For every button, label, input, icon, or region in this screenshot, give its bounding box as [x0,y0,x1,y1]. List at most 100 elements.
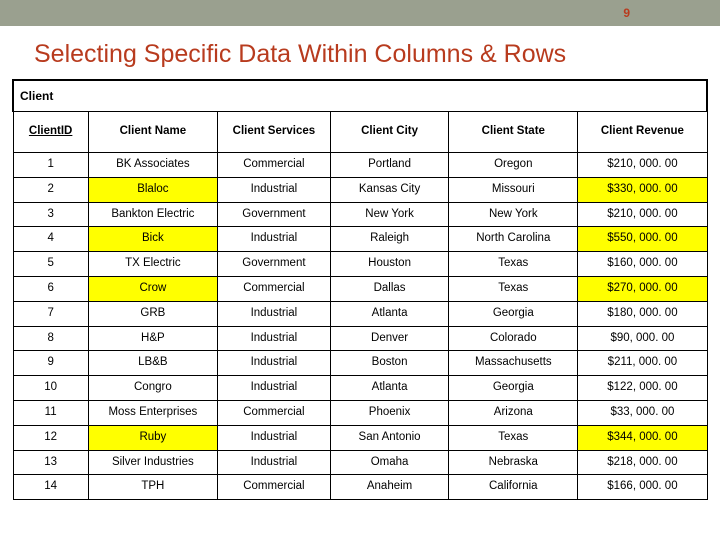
cell-services: Government [217,252,330,277]
cell-state: Missouri [449,177,578,202]
cell-services: Industrial [217,450,330,475]
cell-name: Crow [88,276,217,301]
cell-city: New York [330,202,448,227]
cell-services: Commercial [217,153,330,178]
cell-services: Industrial [217,351,330,376]
client-table-wrapper: Client ClientID Client Name Client Servi… [12,79,708,500]
cell-state: Georgia [449,376,578,401]
cell-id: 8 [13,326,88,351]
cell-id: 10 [13,376,88,401]
cell-state: Colorado [449,326,578,351]
cell-services: Commercial [217,276,330,301]
col-header-services: Client Services [217,112,330,153]
cell-city: Boston [330,351,448,376]
cell-city: Denver [330,326,448,351]
cell-name: TX Electric [88,252,217,277]
cell-revenue: $211, 000. 00 [578,351,707,376]
cell-name: Bick [88,227,217,252]
cell-revenue: $160, 000. 00 [578,252,707,277]
table-row: 2BlalocIndustrialKansas CityMissouri$330… [13,177,707,202]
col-header-name: Client Name [88,112,217,153]
cell-revenue: $210, 000. 00 [578,202,707,227]
cell-name: Silver Industries [88,450,217,475]
cell-id: 4 [13,227,88,252]
table-header-row: ClientID Client Name Client Services Cli… [13,112,707,153]
cell-state: Oregon [449,153,578,178]
top-bar: 9 [0,0,720,26]
cell-state: California [449,475,578,500]
cell-city: Houston [330,252,448,277]
cell-state: North Carolina [449,227,578,252]
cell-services: Government [217,202,330,227]
client-table: Client ClientID Client Name Client Servi… [12,79,708,500]
cell-id: 5 [13,252,88,277]
cell-id: 6 [13,276,88,301]
page-title: Selecting Specific Data Within Columns &… [34,40,720,69]
cell-services: Industrial [217,301,330,326]
cell-services: Industrial [217,177,330,202]
col-header-state: Client State [449,112,578,153]
cell-name: Blaloc [88,177,217,202]
table-row: 9LB&BIndustrialBostonMassachusetts$211, … [13,351,707,376]
page-number: 9 [623,6,630,20]
cell-name: BK Associates [88,153,217,178]
cell-revenue: $270, 000. 00 [578,276,707,301]
cell-id: 12 [13,425,88,450]
cell-state: Arizona [449,400,578,425]
table-group-header: Client [13,80,707,112]
cell-name: Congro [88,376,217,401]
table-row: 7GRBIndustrialAtlantaGeorgia$180, 000. 0… [13,301,707,326]
table-row: 6CrowCommercialDallasTexas$270, 000. 00 [13,276,707,301]
col-header-revenue: Client Revenue [578,112,707,153]
col-header-city: Client City [330,112,448,153]
table-row: 1BK AssociatesCommercialPortlandOregon$2… [13,153,707,178]
cell-city: Anaheim [330,475,448,500]
cell-revenue: $550, 000. 00 [578,227,707,252]
cell-revenue: $210, 000. 00 [578,153,707,178]
cell-id: 13 [13,450,88,475]
cell-name: Bankton Electric [88,202,217,227]
cell-revenue: $344, 000. 00 [578,425,707,450]
cell-revenue: $330, 000. 00 [578,177,707,202]
cell-id: 1 [13,153,88,178]
table-row: 11Moss EnterprisesCommercialPhoenixArizo… [13,400,707,425]
cell-name: LB&B [88,351,217,376]
cell-name: TPH [88,475,217,500]
cell-services: Industrial [217,326,330,351]
cell-id: 3 [13,202,88,227]
table-row: 13Silver IndustriesIndustrialOmahaNebras… [13,450,707,475]
table-row: 4BickIndustrialRaleighNorth Carolina$550… [13,227,707,252]
cell-revenue: $33, 000. 00 [578,400,707,425]
cell-state: Massachusetts [449,351,578,376]
cell-name: Ruby [88,425,217,450]
cell-city: Raleigh [330,227,448,252]
table-row: 3Bankton ElectricGovernmentNew YorkNew Y… [13,202,707,227]
cell-city: Kansas City [330,177,448,202]
cell-services: Commercial [217,475,330,500]
cell-name: Moss Enterprises [88,400,217,425]
cell-id: 14 [13,475,88,500]
cell-id: 9 [13,351,88,376]
cell-services: Industrial [217,425,330,450]
cell-city: Phoenix [330,400,448,425]
cell-city: Portland [330,153,448,178]
cell-city: San Antonio [330,425,448,450]
cell-services: Industrial [217,376,330,401]
cell-state: Texas [449,276,578,301]
cell-name: GRB [88,301,217,326]
cell-city: Atlanta [330,301,448,326]
cell-revenue: $218, 000. 00 [578,450,707,475]
table-body: 1BK AssociatesCommercialPortlandOregon$2… [13,153,707,500]
table-row: 12RubyIndustrialSan AntonioTexas$344, 00… [13,425,707,450]
cell-state: Nebraska [449,450,578,475]
table-row: 14TPHCommercialAnaheimCalifornia$166, 00… [13,475,707,500]
cell-services: Commercial [217,400,330,425]
cell-name: H&P [88,326,217,351]
cell-revenue: $90, 000. 00 [578,326,707,351]
table-row: 8H&PIndustrialDenverColorado$90, 000. 00 [13,326,707,351]
cell-revenue: $122, 000. 00 [578,376,707,401]
cell-state: New York [449,202,578,227]
cell-id: 2 [13,177,88,202]
cell-city: Atlanta [330,376,448,401]
cell-state: Texas [449,425,578,450]
